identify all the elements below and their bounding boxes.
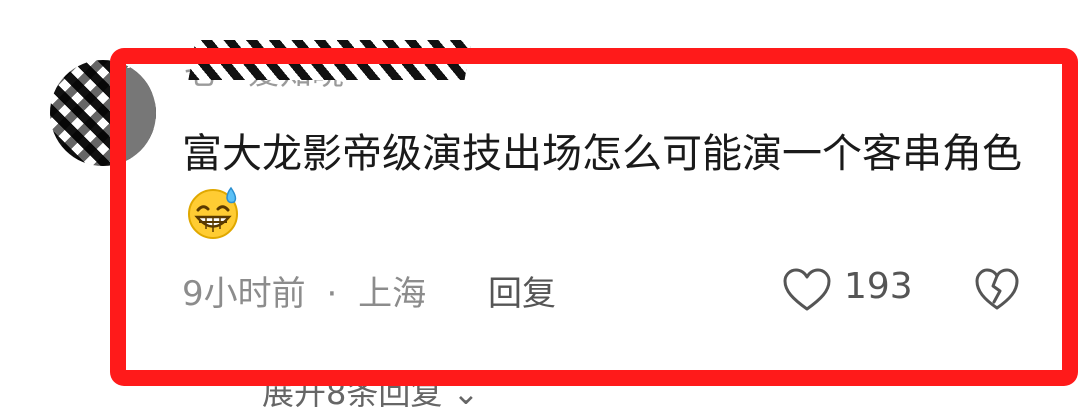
highlight-frame bbox=[110, 48, 1078, 386]
